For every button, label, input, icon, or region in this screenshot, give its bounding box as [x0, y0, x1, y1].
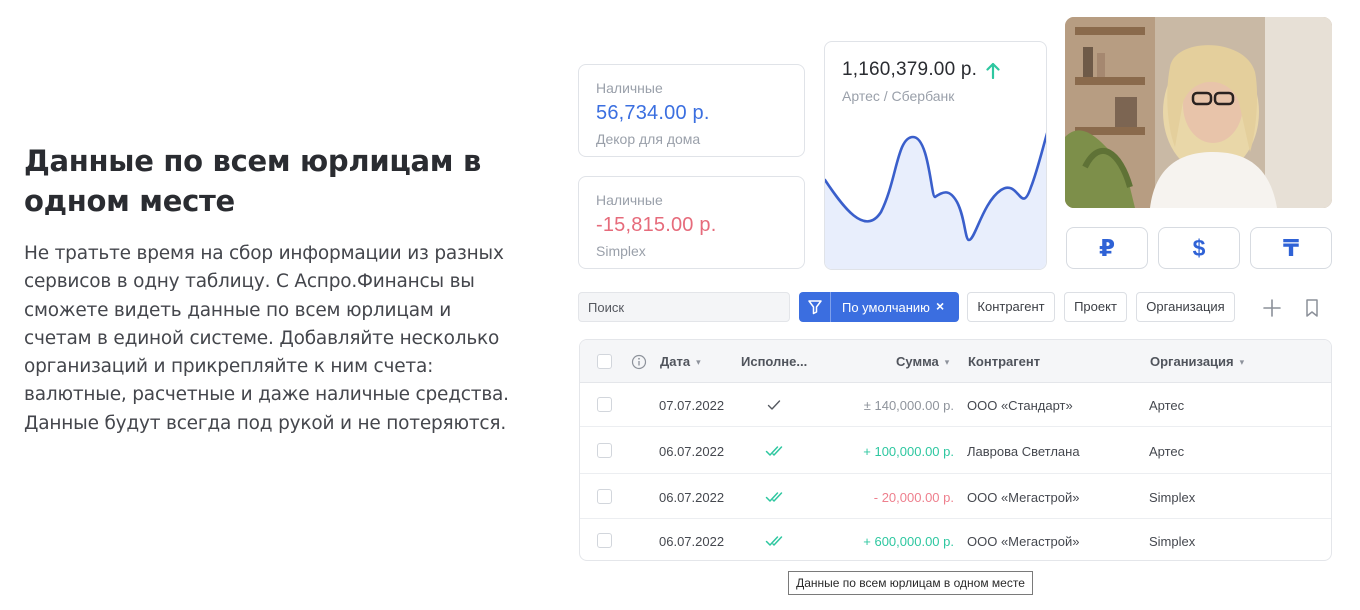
filter-chip-project[interactable]: Проект: [1064, 292, 1127, 322]
row-date: 06.07.2022: [659, 490, 725, 505]
search-input[interactable]: Поиск: [578, 292, 790, 322]
table-row[interactable]: 07.07.2022 ± 140,000.00 р. ООО «Стандарт…: [580, 383, 1331, 427]
remove-filter-icon[interactable]: ×: [936, 299, 944, 314]
trend-up-icon: [986, 62, 1000, 79]
table-row[interactable]: 06.07.2022 + 600,000.00 р. ООО «Мегастро…: [580, 519, 1331, 560]
sparkline-area: [825, 137, 1046, 269]
cash-card-amount: 56,734.00 р.: [596, 102, 710, 124]
column-counterparty[interactable]: Контрагент: [968, 354, 1040, 369]
column-date-label: Дата: [660, 354, 691, 369]
image-tooltip: Данные по всем юрлицам в одном месте: [788, 571, 1033, 595]
column-organization[interactable]: Организация ▾: [1150, 354, 1244, 370]
currency-kzt-button[interactable]: ₸: [1250, 227, 1332, 269]
row-date: 06.07.2022: [659, 534, 725, 549]
row-counterparty: ООО «Мегастрой»: [967, 534, 1080, 549]
balance-amount: 1,160,379.00 р.: [842, 59, 978, 80]
row-organization: Simplex: [1149, 534, 1196, 549]
currency-usd-button[interactable]: $: [1158, 227, 1240, 269]
filter-icon: [799, 292, 831, 322]
column-executed[interactable]: Исполне...: [741, 354, 807, 369]
double-check-icon: [765, 492, 783, 502]
default-filter-button[interactable]: По умолчанию ×: [799, 292, 959, 322]
row-date: 07.07.2022: [659, 398, 725, 413]
hero-title: Данные по всем юрлицам в одном месте: [24, 144, 482, 218]
double-check-icon: [765, 446, 783, 456]
cash-card-simplex[interactable]: Наличные -15,815.00 р. Simplex: [578, 176, 805, 269]
cash-card-company: Simplex: [596, 243, 646, 259]
filter-chip-counterparty[interactable]: Контрагент: [967, 292, 1055, 322]
add-filter-icon[interactable]: [1260, 296, 1284, 320]
hero-description: Не тратьте время на сбор информации из р…: [24, 243, 509, 434]
user-photo: [1065, 17, 1332, 208]
row-date: 06.07.2022: [659, 444, 725, 459]
balance-chart-card[interactable]: 1,160,379.00 р. Артес / Сбербанк: [824, 41, 1047, 270]
default-filter-label: По умолчанию: [842, 300, 930, 315]
row-organization: Артес: [1149, 444, 1185, 459]
column-date[interactable]: Дата ▾: [660, 354, 701, 370]
row-counterparty: ООО «Мегастрой»: [967, 490, 1080, 505]
column-organization-label: Организация: [1150, 354, 1234, 369]
row-sum: - 20,000.00 р.: [873, 490, 954, 505]
cash-card-label: Наличные: [596, 80, 663, 96]
column-sum[interactable]: Сумма ▾: [896, 354, 949, 370]
info-icon[interactable]: [631, 354, 647, 370]
row-checkbox[interactable]: [597, 397, 612, 412]
currency-rub-button[interactable]: ₽: [1066, 227, 1148, 269]
filter-chip-organization[interactable]: Организация: [1136, 292, 1235, 322]
cash-card-label: Наличные: [596, 192, 663, 208]
row-sum: ± 140,000.00 р.: [863, 398, 954, 413]
chevron-down-icon: ▾: [696, 357, 701, 367]
row-checkbox[interactable]: [597, 489, 612, 504]
row-organization: Simplex: [1149, 490, 1196, 505]
balance-subtitle: Артес / Сбербанк: [842, 88, 955, 104]
row-sum: + 100,000.00 р.: [863, 444, 954, 459]
select-all-checkbox[interactable]: [597, 354, 612, 369]
row-checkbox[interactable]: [597, 533, 612, 548]
row-counterparty: Лаврова Светлана: [967, 444, 1080, 459]
row-counterparty: ООО «Стандарт»: [967, 398, 1073, 413]
cash-card-company: Декор для дома: [596, 131, 701, 147]
column-sum-label: Сумма: [896, 354, 939, 369]
cash-card-decor[interactable]: Наличные 56,734.00 р. Декор для дома: [578, 64, 805, 157]
table-row[interactable]: 06.07.2022 + 100,000.00 р. Лаврова Светл…: [580, 427, 1331, 474]
check-icon: [767, 400, 781, 410]
table-row[interactable]: 06.07.2022 - 20,000.00 р. ООО «Мегастрой…: [580, 474, 1331, 519]
cash-card-amount: -15,815.00 р.: [596, 214, 717, 236]
row-organization: Артес: [1149, 398, 1185, 413]
bookmark-icon[interactable]: [1302, 297, 1322, 319]
chevron-down-icon: ▾: [944, 357, 950, 367]
double-check-icon: [765, 536, 783, 546]
row-sum: + 600,000.00 р.: [863, 534, 954, 549]
chevron-down-icon: ▾: [1239, 357, 1245, 367]
operations-table: Дата ▾ Исполне... Сумма ▾ Контрагент Орган…: [579, 339, 1332, 561]
table-header: Дата ▾ Исполне... Сумма ▾ Контрагент Орган…: [580, 340, 1331, 383]
row-checkbox[interactable]: [597, 443, 612, 458]
